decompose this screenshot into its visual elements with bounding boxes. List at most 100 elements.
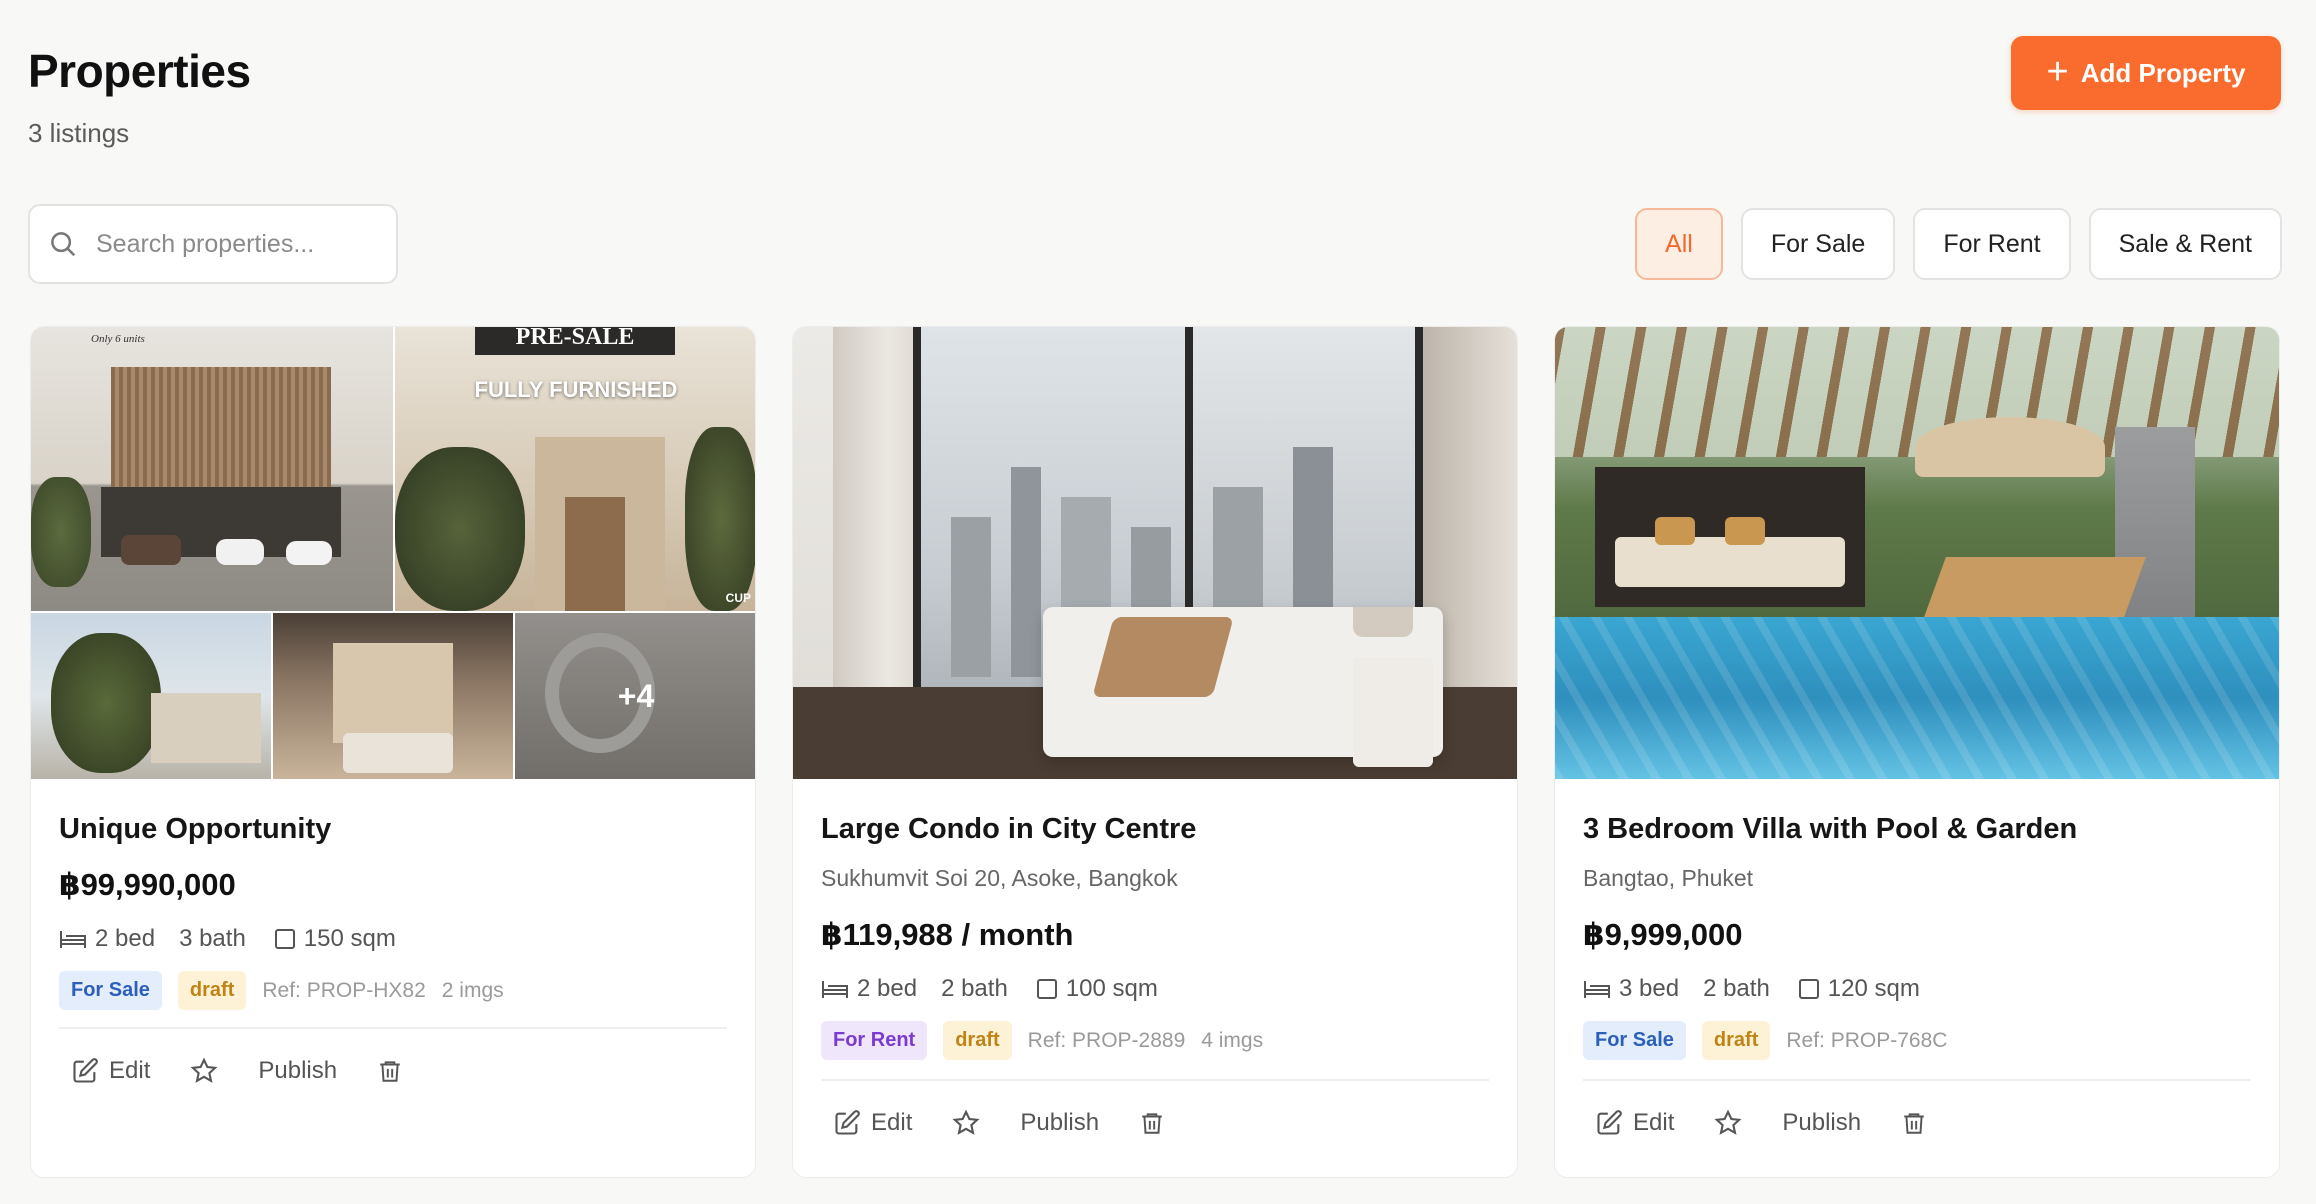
status-badge: draft — [1701, 1021, 1771, 1060]
area-spec: 100 sqm — [1036, 975, 1158, 1003]
edit-label: Edit — [871, 1109, 913, 1136]
beds-spec: 2 bed — [59, 925, 155, 953]
gallery-tagline: Only 6 units — [91, 333, 145, 345]
listing-type-badge: For Sale — [1583, 1021, 1686, 1060]
listing-type-filters: All For Sale For Rent Sale & Rent — [1635, 208, 2282, 280]
card-divider — [1583, 1079, 2251, 1081]
property-specs: 3 bed 2 bath 120 sqm — [1583, 975, 1920, 1003]
property-specs: 2 bed 2 bath 100 sqm — [821, 975, 1158, 1003]
edit-icon — [835, 1110, 860, 1135]
baths-count: 3 bath — [179, 925, 246, 952]
area-spec: 120 sqm — [1798, 975, 1920, 1003]
property-title[interactable]: Unique Opportunity — [59, 813, 331, 846]
status-badge: draft — [943, 1021, 1012, 1060]
feature-star-icon[interactable] — [1714, 1109, 1742, 1137]
more-photos-count: +4 — [617, 677, 655, 714]
feature-star-icon[interactable] — [952, 1109, 980, 1137]
gallery-photo-3[interactable] — [31, 613, 271, 779]
beds-count: 3 bed — [1619, 975, 1680, 1002]
filter-all[interactable]: All — [1635, 208, 1723, 280]
properties-page: Properties 3 listings + Add Property All… — [0, 0, 2316, 1204]
status-badge: draft — [177, 971, 247, 1010]
beds-spec: 3 bed — [1583, 975, 1679, 1003]
filter-sale-and-rent[interactable]: Sale & Rent — [2088, 208, 2282, 280]
property-meta: For Sale draft Ref: PROP-768C — [1583, 1021, 1947, 1060]
bed-icon — [60, 931, 86, 948]
listing-count: 3 listings — [28, 118, 130, 148]
furnished-caption: FULLY FURNISHED — [474, 377, 678, 402]
baths-count: 2 bath — [941, 975, 1008, 1002]
gallery-photo-2[interactable]: PRE-SALE FULLY FURNISHED CUP — [395, 327, 755, 611]
area-size: 150 sqm — [303, 925, 396, 952]
edit-icon — [1597, 1110, 1622, 1135]
property-location: Bangtao, Phuket — [1583, 865, 1754, 891]
property-specs: 2 bed 3 bath 150 sqm — [59, 925, 396, 953]
property-card[interactable]: Only 6 units PRE-SALE FULLY FURNISHED CU… — [30, 326, 756, 1178]
filter-for-sale[interactable]: For Sale — [1740, 208, 1896, 280]
page-title: Properties — [28, 45, 251, 97]
area-size: 100 sqm — [1065, 975, 1158, 1002]
area-icon — [1798, 979, 1819, 999]
property-photo[interactable] — [1555, 327, 2279, 779]
search-box[interactable] — [28, 204, 398, 284]
beds-spec: 2 bed — [821, 975, 917, 1003]
brand-mark: CUP — [725, 591, 751, 605]
reference-code: Ref: PROP-HX82 — [262, 978, 426, 1002]
feature-star-icon[interactable] — [190, 1057, 218, 1085]
trash-icon[interactable] — [1901, 1110, 1927, 1136]
plus-icon: + — [2046, 50, 2069, 93]
image-count: 4 imgs — [1201, 1028, 1264, 1052]
image-count: 2 imgs — [441, 978, 504, 1002]
edit-label: Edit — [109, 1057, 151, 1084]
area-icon — [1036, 979, 1057, 999]
edit-button[interactable]: Edit — [71, 1057, 150, 1085]
property-price: ฿99,990,000 — [59, 867, 236, 902]
card-actions: Edit Publish — [1595, 1109, 1927, 1137]
area-icon — [274, 929, 295, 949]
filter-for-rent[interactable]: For Rent — [1913, 208, 2071, 280]
area-spec: 150 sqm — [274, 925, 396, 953]
edit-icon — [73, 1058, 98, 1083]
property-title[interactable]: Large Condo in City Centre — [821, 813, 1196, 846]
property-card[interactable]: 3 Bedroom Villa with Pool & Garden Bangt… — [1554, 326, 2280, 1178]
beds-count: 2 bed — [95, 925, 156, 952]
card-actions: Edit Publish — [833, 1109, 1165, 1137]
presale-banner: PRE-SALE — [475, 327, 675, 355]
property-photo[interactable] — [793, 327, 1517, 779]
listing-type-badge: For Rent — [821, 1021, 928, 1060]
baths-count: 2 bath — [1703, 975, 1770, 1002]
search-icon — [51, 232, 76, 257]
reference-code: Ref: PROP-768C — [1786, 1028, 1948, 1052]
add-property-button[interactable]: + Add Property — [2011, 36, 2281, 110]
trash-icon[interactable] — [377, 1058, 403, 1084]
bed-icon — [1584, 981, 1610, 998]
trash-icon[interactable] — [1139, 1110, 1165, 1136]
edit-button[interactable]: Edit — [833, 1109, 912, 1137]
publish-button[interactable]: Publish — [1020, 1109, 1099, 1137]
publish-button[interactable]: Publish — [1782, 1109, 1861, 1137]
bed-icon — [822, 981, 848, 998]
property-gallery[interactable]: Only 6 units PRE-SALE FULLY FURNISHED CU… — [31, 327, 755, 779]
property-meta: For Rent draft Ref: PROP-2889 4 imgs — [821, 1021, 1263, 1060]
reference-code: Ref: PROP-2889 — [1027, 1028, 1186, 1052]
property-card[interactable]: Large Condo in City Centre Sukhumvit Soi… — [792, 326, 1518, 1178]
property-price: ฿9,999,000 — [1583, 917, 1743, 952]
listing-type-badge: For Sale — [59, 971, 162, 1010]
area-size: 120 sqm — [1827, 975, 1920, 1002]
gallery-photo-4[interactable] — [273, 613, 513, 779]
property-price: ฿119,988 / month — [821, 917, 1074, 952]
gallery-photo-5[interactable]: +4 — [515, 613, 755, 779]
card-divider — [59, 1027, 727, 1029]
edit-label: Edit — [1633, 1109, 1675, 1136]
property-title[interactable]: 3 Bedroom Villa with Pool & Garden — [1583, 813, 2077, 846]
gallery-photo-1[interactable]: Only 6 units — [31, 327, 393, 611]
edit-button[interactable]: Edit — [1595, 1109, 1674, 1137]
card-divider — [821, 1079, 1489, 1081]
property-location: Sukhumvit Soi 20, Asoke, Bangkok — [821, 865, 1178, 891]
add-property-label: Add Property — [2080, 57, 2246, 88]
publish-button[interactable]: Publish — [258, 1057, 337, 1085]
card-actions: Edit Publish — [71, 1057, 403, 1085]
beds-count: 2 bed — [857, 975, 918, 1002]
property-meta: For Sale draft Ref: PROP-HX82 2 imgs — [59, 971, 504, 1010]
search-input[interactable] — [96, 229, 376, 259]
